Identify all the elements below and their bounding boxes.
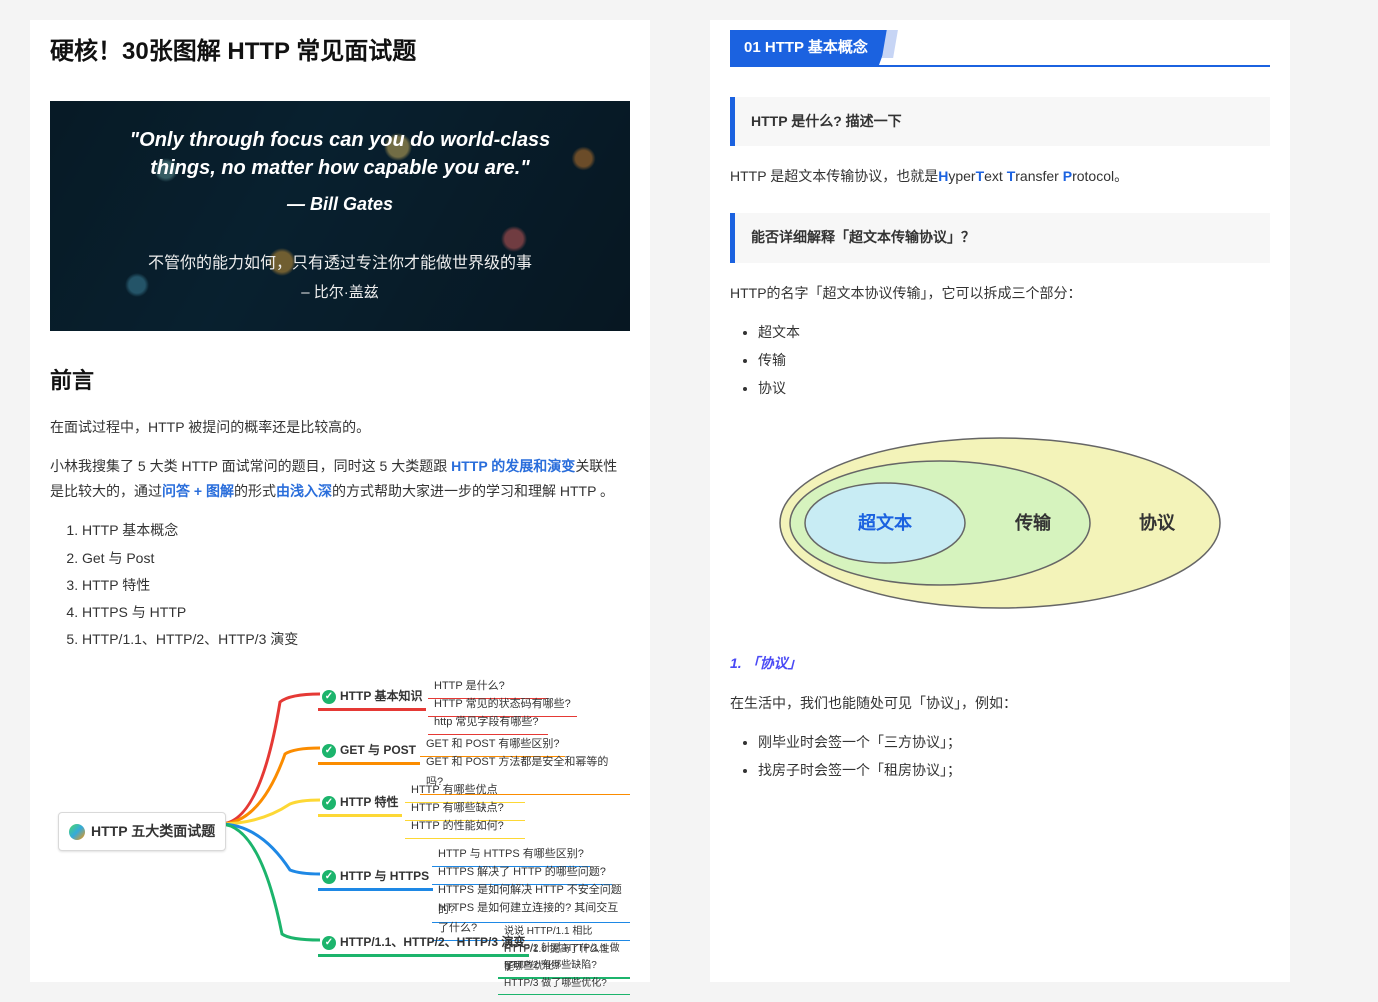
mindmap-leaf: HTTP/2 有哪些缺陷? HTTP/3 做了哪些优化? — [498, 956, 630, 995]
check-icon: ✓ — [322, 870, 336, 884]
list-item: 超文本 — [758, 320, 1270, 345]
text: 小林我搜集了 5 大类 HTTP 面试常问的题目，同时这 5 大类题跟 — [50, 458, 451, 474]
preface-p2: 小林我搜集了 5 大类 HTTP 面试常问的题目，同时这 5 大类题跟 HTTP… — [50, 454, 630, 504]
mindmap-branch: ✓ HTTP 基本知识 — [318, 686, 426, 711]
list-item: HTTPS 与 HTTP — [82, 600, 630, 625]
initial: H — [938, 168, 948, 184]
check-icon: ✓ — [322, 796, 336, 810]
answer-intro: HTTP的名字「超文本协议传输」，它可以拆成三个部分： — [730, 281, 1270, 306]
mindmap-branch: ✓ HTTP 与 HTTPS — [318, 866, 433, 891]
ellipse-inner-label: 超文本 — [858, 512, 912, 533]
branch-label: HTTP 特性 — [340, 792, 398, 814]
emphasis: 问答 + 图解 — [162, 483, 234, 499]
quote-chinese: 不管你的能力如何，只有透过专注你才能做世界级的事 — [148, 250, 532, 279]
topic-ordered-list: HTTP 基本概念 Get 与 Post HTTP 特性 HTTPS 与 HTT… — [82, 518, 630, 652]
text: HTTP 是超文本传输协议，也就是 — [730, 168, 938, 184]
initial: P — [1063, 168, 1072, 184]
quote-english: "Only through focus can you do world-cla… — [120, 126, 560, 182]
subsection-heading: 1. 「协议」 — [730, 651, 1270, 676]
mindmap-leaf: HTTP 的性能如何? — [405, 816, 525, 839]
section-banner-label: 01 HTTP 基本概念 — [730, 30, 892, 65]
mindmap-root-label: HTTP 五大类面试题 — [91, 819, 215, 844]
check-icon: ✓ — [322, 744, 336, 758]
text: ext — [984, 168, 1007, 184]
mindmap-branch: ✓ GET 与 POST — [318, 740, 420, 765]
globe-icon — [69, 824, 85, 840]
mindmap-leaf: http 常见字段有哪些? — [428, 712, 548, 735]
initial: T — [976, 168, 985, 184]
check-icon: ✓ — [322, 936, 336, 950]
text: rotocol。 — [1072, 168, 1128, 184]
list-item: 刚毕业时会签一个「三方协议」； — [758, 730, 1270, 755]
ellipse-outer-label: 协议 — [1139, 512, 1176, 533]
examples-list: 刚毕业时会签一个「三方协议」； 找房子时会签一个「租房协议」； — [758, 730, 1270, 783]
branch-label: HTTP 与 HTTPS — [340, 866, 429, 888]
text: ransfer — [1015, 168, 1062, 184]
section-number: 01 — [744, 39, 761, 56]
preface-p1: 在面试过程中，HTTP 被提问的概率还是比较高的。 — [50, 415, 630, 440]
nested-ellipse-diagram: 超文本 传输 协议 — [730, 423, 1270, 623]
mindmap-diagram: HTTP 五大类面试题 ✓ HTTP 基本知识 HTTP 是什么? HTTP 常… — [50, 672, 630, 982]
quote-banner: "Only through focus can you do world-cla… — [50, 101, 630, 331]
branch-label: HTTP 基本知识 — [340, 686, 422, 708]
list-item: 传输 — [758, 348, 1270, 373]
question-callout: HTTP 是什么? 描述一下 — [730, 97, 1270, 146]
initial: T — [1007, 168, 1016, 184]
text: 的方式帮助大家进一步的学习和理解 HTTP 。 — [332, 483, 614, 499]
mindmap-branch: ✓ HTTP 特性 — [318, 792, 402, 817]
emphasis: 由浅入深 — [276, 483, 332, 499]
article-title: 硬核！30张图解 HTTP 常见面试题 — [50, 30, 630, 73]
parts-list: 超文本 传输 协议 — [758, 320, 1270, 402]
subsection-text: 在生活中，我们也能随处可见「协议」，例如： — [730, 691, 1270, 716]
list-item: 找房子时会签一个「租房协议」； — [758, 758, 1270, 783]
section-title: HTTP 基本概念 — [765, 39, 868, 56]
quote-author-cn: – 比尔·盖兹 — [301, 279, 379, 306]
question-callout: 能否详细解释「超文本传输协议」？ — [730, 213, 1270, 262]
ellipse-svg: 超文本 传输 协议 — [765, 423, 1235, 623]
list-item: 协议 — [758, 376, 1270, 401]
section-banner: 01 HTTP 基本概念 — [730, 30, 1270, 67]
text: yper — [948, 168, 975, 184]
preface-heading: 前言 — [50, 361, 630, 401]
quote-author-en: — Bill Gates — [287, 188, 393, 220]
list-item: HTTP 特性 — [82, 573, 630, 598]
check-icon: ✓ — [322, 690, 336, 704]
text: 的形式 — [234, 483, 276, 499]
emphasis: HTTP 的发展和演变 — [451, 458, 575, 474]
list-item: Get 与 Post — [82, 546, 630, 571]
list-item: HTTP/1.1、HTTP/2、HTTP/3 演变 — [82, 627, 630, 652]
ellipse-mid-label: 传输 — [1014, 512, 1052, 533]
answer-text: HTTP 是超文本传输协议，也就是HyperText Transfer Prot… — [730, 164, 1270, 189]
branch-label: GET 与 POST — [340, 740, 416, 762]
mindmap-root: HTTP 五大类面试题 — [58, 812, 226, 851]
list-item: HTTP 基本概念 — [82, 518, 630, 543]
